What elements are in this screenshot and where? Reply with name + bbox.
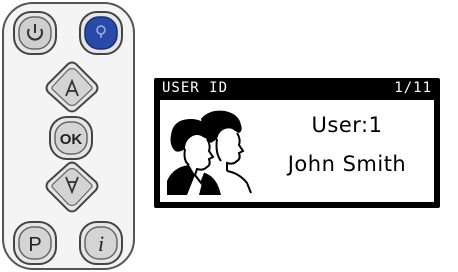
lcd-display: USER ID 1/11 User:1 John Smith — [154, 78, 440, 208]
ok-label: OK — [60, 131, 83, 148]
info-label: i — [98, 231, 104, 256]
screen-title: USER ID — [162, 80, 229, 96]
program-label: P — [28, 234, 41, 256]
page-indicator: 1/11 — [394, 80, 432, 96]
light-button[interactable] — [79, 11, 123, 55]
ok-button[interactable]: OK — [49, 116, 93, 160]
user-number: User:1 — [311, 113, 383, 137]
user-name: John Smith — [287, 152, 407, 176]
remote-control: OK P i — [2, 2, 135, 270]
lcd-screen: User:1 John Smith — [160, 100, 434, 202]
users-icon — [167, 110, 252, 195]
program-button[interactable]: P — [13, 221, 57, 265]
lcd-header: USER ID 1/11 — [160, 80, 434, 97]
info-button[interactable]: i — [79, 221, 123, 265]
power-button[interactable] — [13, 11, 57, 55]
